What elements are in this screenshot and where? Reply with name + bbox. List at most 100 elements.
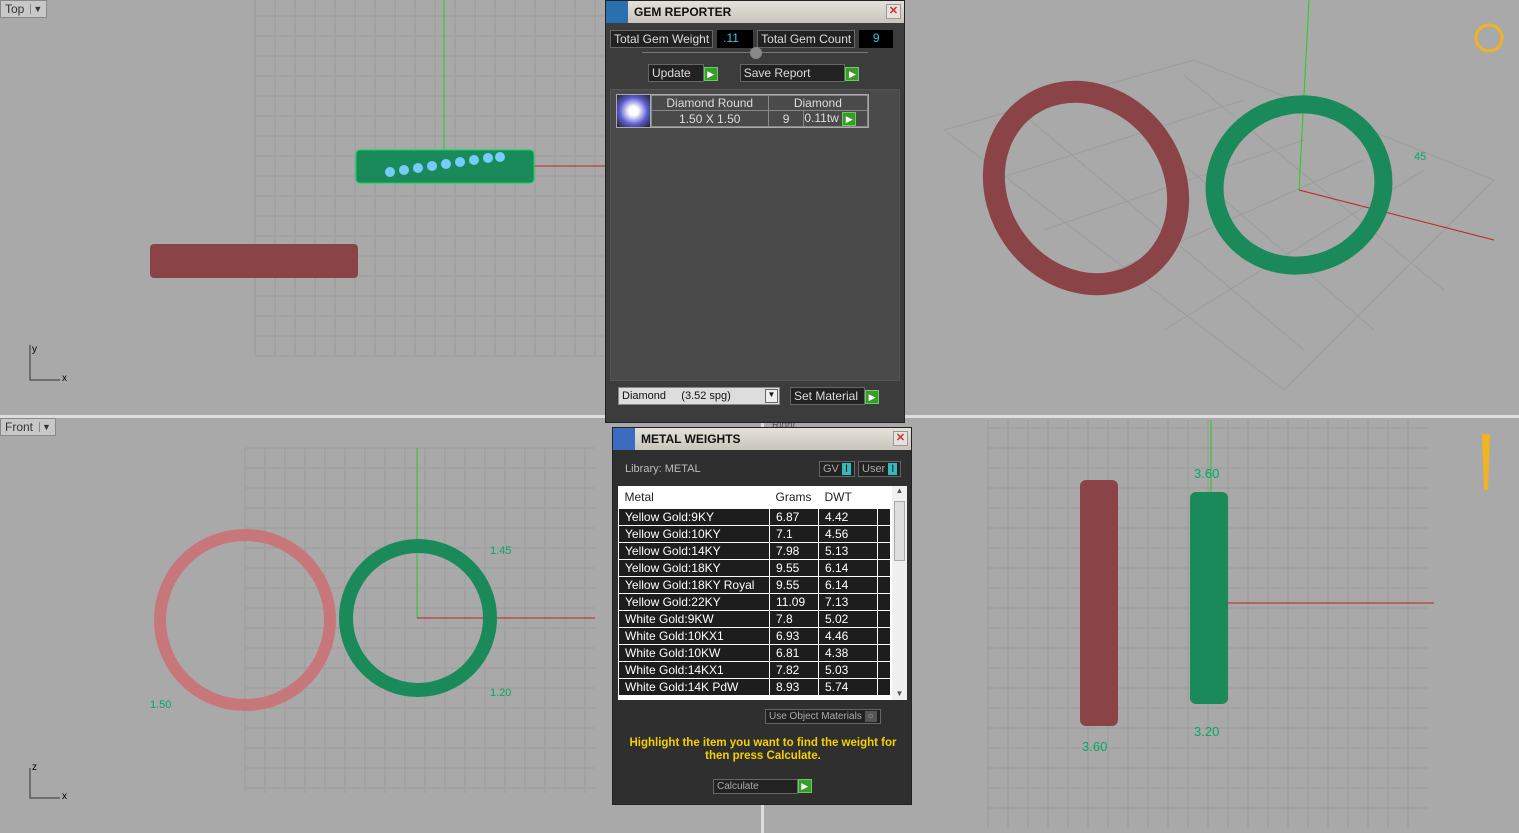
grams-value: 9.55	[769, 558, 819, 577]
panel-title: GEM REPORTER	[634, 5, 732, 19]
column-header-metal[interactable]: Metal	[618, 486, 770, 508]
round-gem-icon	[617, 95, 651, 127]
dwt-value: 4.42	[818, 507, 878, 526]
grams-value: 7.1	[769, 524, 819, 543]
set-material-button[interactable]: Set Material ▶	[790, 386, 880, 405]
svg-text:1.50: 1.50	[150, 699, 171, 711]
column-header-dwt[interactable]: DWT	[818, 486, 878, 508]
gem-list-item[interactable]: Diamond Round Diamond 1.50 X 1.50 9 0.11tw …	[616, 94, 869, 128]
calculate-button[interactable]: Calculate ▶	[713, 778, 812, 794]
gem-go-button[interactable]: ▶	[842, 112, 857, 126]
empty-cell	[877, 660, 891, 679]
chevron-down-icon[interactable]: ▼	[39, 422, 51, 432]
viewport-label-top[interactable]: Top ▼	[0, 0, 48, 18]
green-ring-side	[1190, 492, 1228, 704]
library-label: Library: METAL	[625, 463, 701, 475]
table-row[interactable]: Yellow Gold:22KY 11.09 7.13	[618, 592, 891, 611]
grams-value: 6.81	[769, 643, 819, 662]
viewport-title: Front	[5, 420, 34, 434]
metal-weights-panel: METAL WEIGHTS ✕ Library: METAL GV I User …	[612, 427, 912, 805]
axis-y-label: y	[32, 344, 37, 355]
empty-cell	[877, 626, 891, 645]
gem-material: Diamond	[767, 95, 869, 111]
gv-toggle[interactable]: GV I	[819, 461, 856, 477]
table-row[interactable]: White Gold:10KX1 6.93 4.46	[618, 626, 891, 645]
table-row[interactable]: White Gold:9KW 7.8 5.02	[618, 609, 891, 628]
metal-weights-titlebar[interactable]: METAL WEIGHTS ✕	[613, 428, 911, 450]
total-gem-weight-label: Total Gem Weight	[610, 30, 714, 48]
close-icon[interactable]: ✕	[893, 431, 908, 446]
instruction-text: Highlight the item you want to find the …	[629, 737, 897, 762]
gem-reporter-titlebar[interactable]: GEM REPORTER ✕	[606, 1, 904, 23]
metal-table: Metal Grams DWT Yellow Gold:9KY 6.87 4.42 Yel…	[618, 486, 891, 696]
gem-reporter-panel: GEM REPORTER ✕ Total Gem Weight .11 Total …	[605, 0, 905, 423]
dwt-value: 5.02	[818, 609, 878, 628]
table-row[interactable]: White Gold:14K PdW 8.93 5.74	[618, 677, 891, 696]
empty-cell	[877, 609, 891, 628]
save-report-button[interactable]: Save Report ▶	[739, 64, 860, 82]
svg-text:3.60: 3.60	[1082, 739, 1107, 754]
dwt-value: 5.74	[818, 677, 878, 696]
column-header-grams[interactable]: Grams	[769, 486, 819, 508]
collapse-toggle-icon[interactable]	[750, 47, 762, 59]
svg-text:45: 45	[1414, 151, 1426, 163]
table-row[interactable]: White Gold:10KW 6.81 4.38	[618, 643, 891, 662]
scale-icon	[613, 428, 635, 450]
pen-app-icon	[1482, 434, 1490, 490]
chevron-down-icon[interactable]: ▼	[30, 4, 42, 14]
grams-value: 7.98	[769, 541, 819, 560]
viewport-label-front[interactable]: Front ▼	[0, 418, 56, 436]
metal-name: White Gold:10KW	[618, 643, 770, 662]
total-gem-count-value: 9	[859, 30, 894, 48]
table-row[interactable]: Yellow Gold:18KY 9.55 6.14	[618, 558, 891, 577]
empty-cell	[877, 677, 891, 696]
empty-cell	[877, 558, 891, 577]
empty-cell	[877, 592, 891, 611]
table-row[interactable]: Yellow Gold:14KY 7.98 5.13	[618, 541, 891, 560]
svg-text:3.20: 3.20	[1194, 724, 1219, 739]
table-row[interactable]: Yellow Gold:9KY 6.87 4.42	[618, 507, 891, 526]
table-row[interactable]: White Gold:14KX1 7.82 5.03	[618, 660, 891, 679]
metal-name: White Gold:9KW	[618, 609, 770, 628]
scrollbar[interactable]: ▲ ▼	[892, 486, 907, 700]
close-icon[interactable]: ✕	[886, 4, 901, 19]
metal-name: White Gold:14KX1	[618, 660, 770, 679]
metal-name: Yellow Gold:14KY	[618, 541, 770, 560]
gem-reporter-logo-icon	[606, 1, 628, 23]
play-icon: ▶	[845, 67, 860, 81]
play-icon: ▶	[703, 67, 718, 81]
dwt-value: 5.03	[818, 660, 878, 679]
gem-size: 1.50 X 1.50	[650, 110, 769, 127]
metal-name: Yellow Gold:18KY Royal	[618, 575, 770, 594]
dwt-value: 6.14	[818, 575, 878, 594]
metal-name: White Gold:14K PdW	[618, 677, 770, 696]
viewport-title: Top	[5, 2, 25, 16]
gem-count: 9	[767, 110, 805, 127]
user-toggle[interactable]: User I	[858, 461, 902, 477]
red-ring-side	[1080, 480, 1118, 726]
empty-cell	[877, 541, 891, 560]
play-icon: ▶	[865, 389, 880, 404]
empty-cell	[877, 524, 891, 543]
grams-value: 7.82	[769, 660, 819, 679]
table-row[interactable]: Yellow Gold:18KY Royal 9.55 6.14	[618, 575, 891, 594]
dwt-value: 4.38	[818, 643, 878, 662]
use-object-materials-toggle[interactable]: Use Object Materials ○	[765, 709, 881, 724]
metal-name: Yellow Gold:10KY	[618, 524, 770, 543]
svg-text:3.60: 3.60	[1194, 466, 1219, 481]
svg-text:x: x	[62, 791, 67, 802]
svg-text:z: z	[32, 762, 37, 773]
material-select[interactable]: Diamond (3.52 spg) ▼	[618, 387, 780, 405]
play-icon: ▶	[797, 779, 812, 793]
panel-title: METAL WEIGHTS	[641, 432, 741, 446]
metal-name: Yellow Gold:22KY	[618, 592, 770, 611]
update-button[interactable]: Update ▶	[648, 64, 718, 82]
red-ring-perspective	[982, 80, 1190, 296]
empty-cell	[877, 507, 891, 526]
empty-cell	[877, 643, 891, 662]
ring-app-icon	[1474, 23, 1504, 53]
svg-text:1.45: 1.45	[490, 545, 511, 557]
dwt-value: 6.14	[818, 558, 878, 577]
table-row[interactable]: Yellow Gold:10KY 7.1 4.56	[618, 524, 891, 543]
total-gem-count-label: Total Gem Count	[757, 30, 856, 48]
